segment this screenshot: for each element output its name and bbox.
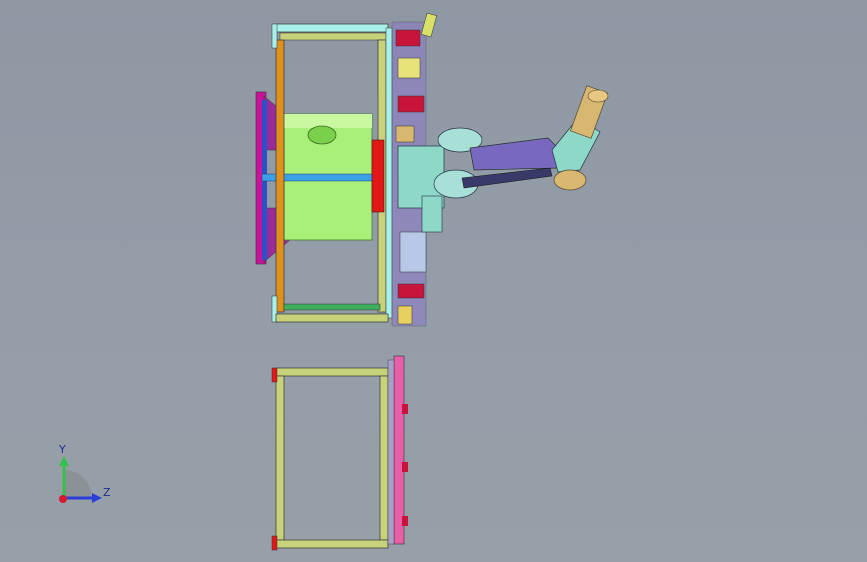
frame-left-post-cap	[271, 23, 278, 49]
frame-top-rail-2	[279, 32, 387, 41]
robot-lower-link	[461, 167, 553, 189]
lower-bracket-2	[402, 462, 408, 472]
frame-bottom-rail	[275, 313, 389, 323]
lower-side-plate	[393, 355, 405, 545]
frame-right-post-inner	[385, 27, 393, 319]
lower-assembly[interactable]	[271, 355, 408, 551]
clamp-block-3	[397, 95, 425, 113]
model-canvas[interactable]	[0, 0, 867, 562]
drum-shade	[284, 114, 372, 128]
triad-z-arrow	[92, 493, 102, 503]
robot-upper-arm	[469, 137, 561, 171]
lower-bracket-1	[402, 404, 408, 414]
robot-foot	[421, 195, 443, 233]
triad-z-label: Z	[103, 486, 111, 499]
triad-y-label: Y	[59, 443, 66, 456]
lower-frame-left	[275, 375, 285, 541]
clamp-block-2	[397, 57, 421, 79]
clamp-block-7	[397, 305, 413, 325]
lower-frame-right	[379, 375, 389, 541]
triad-y-arrow	[59, 456, 69, 466]
triad-quarter-disc	[64, 470, 92, 498]
view-triad[interactable]	[59, 456, 102, 503]
frame-left-post	[275, 39, 285, 313]
robot-elbow-motor	[553, 169, 587, 191]
clamp-top-yellow	[421, 12, 437, 38]
lower-frame-bottom	[275, 539, 389, 549]
clamp-block-5	[399, 231, 427, 273]
clamp-block-6	[397, 283, 425, 299]
cad-viewport[interactable]: Y Z	[0, 0, 867, 562]
frame-top-rail	[275, 23, 389, 33]
robot-wrist-cap	[587, 89, 609, 103]
drum-hole	[307, 125, 337, 145]
lower-cap-bottom	[271, 535, 278, 551]
upper-assembly[interactable]	[255, 12, 609, 327]
clamp-block-4	[395, 125, 415, 143]
lower-side-plate-inner	[387, 359, 395, 545]
frame-bottom-rail-green	[283, 303, 381, 311]
lower-cap-top	[271, 367, 278, 383]
triad-origin	[59, 495, 67, 503]
lower-bracket-3	[402, 516, 408, 526]
clamp-top-red	[395, 29, 421, 47]
red-mount-plate	[371, 139, 385, 213]
lower-frame-top	[275, 367, 389, 377]
